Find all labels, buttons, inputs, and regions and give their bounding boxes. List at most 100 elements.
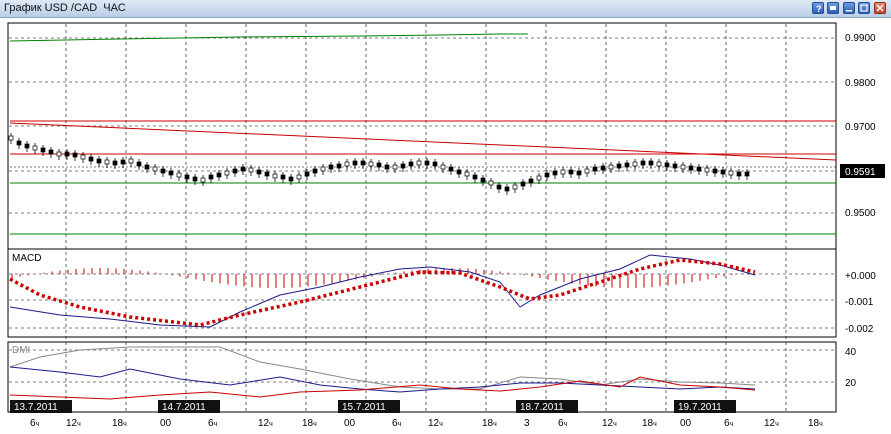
candle-body: [688, 165, 694, 171]
candle-body: [320, 166, 326, 172]
current-price-label: 0.9591: [845, 167, 876, 178]
price-tick: 0.9700: [845, 122, 876, 133]
hour-label: 6ч: [30, 418, 40, 429]
macd-label: MACD: [12, 253, 41, 264]
candle-body: [184, 174, 190, 180]
macd-tick: -0.002: [845, 324, 874, 335]
candle-body: [280, 174, 286, 180]
candle-body: [512, 184, 518, 190]
hour-label: 00: [680, 418, 692, 429]
candle-body: [584, 168, 590, 174]
help-icon: ?: [816, 4, 822, 13]
maximize-button[interactable]: [858, 2, 870, 14]
dmi-label: DMI: [12, 345, 30, 356]
macd-panel[interactable]: [7, 248, 837, 338]
candle-body: [656, 161, 662, 167]
candle-body: [224, 170, 230, 176]
hour-label: 3: [524, 418, 530, 429]
candle-body: [112, 160, 118, 166]
candle-body: [576, 170, 582, 176]
minimize-button[interactable]: [843, 2, 855, 14]
hour-label: 12ч: [602, 418, 617, 429]
candle-body: [432, 161, 438, 167]
date-label: 14.7.2011: [162, 402, 206, 413]
candle-body: [328, 164, 334, 170]
hour-label: 18ч: [642, 418, 657, 429]
candle-body: [272, 173, 278, 179]
svg-text:?: ?: [816, 4, 822, 13]
candle-body: [720, 169, 726, 175]
candle-body: [72, 152, 78, 158]
candle-body: [16, 140, 22, 146]
candle-body: [32, 145, 38, 151]
candle-body: [528, 178, 534, 184]
help-button[interactable]: ?: [812, 2, 824, 14]
candle-body: [144, 164, 150, 170]
candle-body: [160, 168, 166, 174]
dmi-tick: 20: [845, 378, 857, 389]
macd-tick: -0.001: [845, 297, 874, 308]
candle-body: [232, 168, 238, 174]
candle-body: [256, 169, 262, 175]
candle-body: [616, 163, 622, 169]
candle-body: [640, 160, 646, 166]
candle-body: [728, 170, 734, 176]
candle-body: [672, 163, 678, 169]
candle-body: [216, 172, 222, 178]
candle-body: [88, 156, 94, 162]
candle-body: [520, 181, 526, 187]
close-button[interactable]: [874, 2, 886, 14]
candle-body: [648, 160, 654, 166]
candle-body: [464, 171, 470, 177]
candle-body: [456, 169, 462, 175]
candle-body: [552, 170, 558, 176]
hour-label: 12ч: [428, 418, 443, 429]
candle-body: [592, 166, 598, 172]
candle-body: [536, 175, 542, 181]
chart-canvas[interactable]: 0.9900 0.9800 0.9700 0.9591 0.9500 MACD …: [0, 17, 891, 434]
hour-label: 6ч: [392, 418, 402, 429]
hour-label: 6ч: [724, 418, 734, 429]
candle-body: [200, 177, 206, 183]
close-icon: [876, 4, 884, 12]
dmi-tick: 40: [845, 347, 857, 358]
candle-body: [24, 143, 30, 149]
candle-body: [80, 154, 86, 160]
print-button[interactable]: [827, 2, 839, 14]
hour-label: 6ч: [208, 418, 218, 429]
candle-body: [128, 158, 134, 164]
candle-body: [240, 166, 246, 172]
candle-body: [424, 160, 430, 166]
candle-body: [248, 167, 254, 173]
candle-body: [48, 149, 54, 155]
hour-label: 12ч: [764, 418, 779, 429]
candle-body: [384, 164, 390, 170]
hour-label: 18ч: [112, 418, 127, 429]
price-tick: 0.9500: [845, 208, 876, 219]
candle-body: [8, 135, 14, 141]
candle-body: [192, 176, 198, 182]
candle-body: [560, 169, 566, 175]
candle-body: [704, 167, 710, 173]
hour-label: 18ч: [482, 418, 497, 429]
candle-body: [208, 174, 214, 180]
hour-label: 6ч: [558, 418, 568, 429]
candle-body: [296, 174, 302, 180]
candle-body: [344, 161, 350, 167]
date-label: 18.7.2011: [520, 402, 564, 413]
hour-label: 00: [160, 418, 172, 429]
hour-label: 12ч: [258, 418, 273, 429]
candle-body: [264, 171, 270, 177]
candle-body: [632, 161, 638, 167]
candle-body: [168, 170, 174, 176]
candle-body: [472, 174, 478, 180]
candle-body: [56, 151, 62, 157]
candle-body: [400, 163, 406, 169]
candle-body: [312, 168, 318, 174]
candle-body: [696, 166, 702, 172]
candle-body: [504, 186, 510, 192]
macd-tick: +0.000: [845, 271, 876, 282]
date-label: 19.7.2011: [678, 402, 722, 413]
date-label: 13.7.2011: [14, 402, 58, 413]
candle-body: [152, 166, 158, 172]
